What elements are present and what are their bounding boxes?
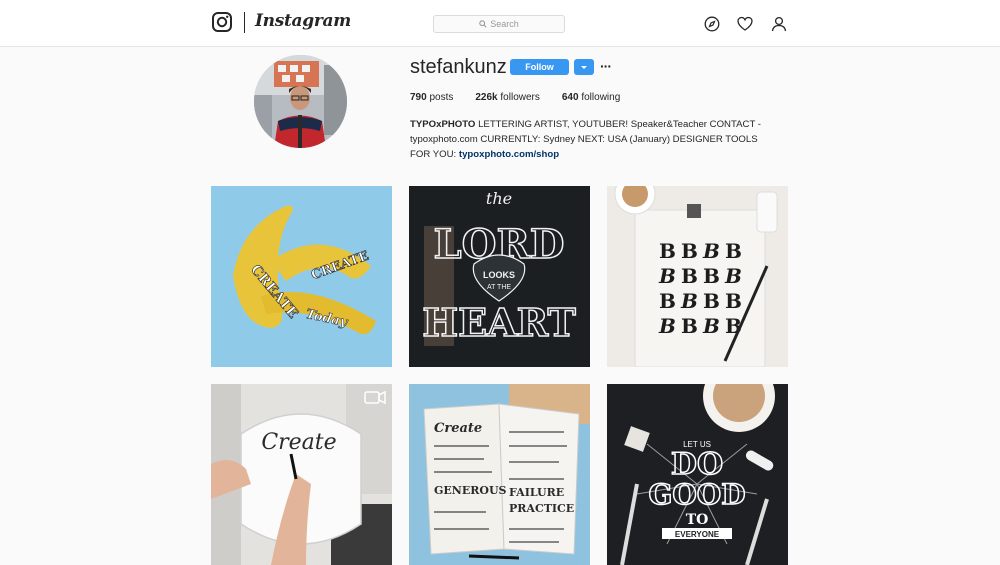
lettering-b: B (681, 314, 698, 338)
instagram-wordmark[interactable]: Instagram (255, 11, 351, 31)
chevron-down-icon (581, 65, 587, 69)
lettering-b: B (725, 239, 742, 263)
suggested-users-dropdown-button[interactable] (574, 59, 594, 75)
lettering-b: B (659, 239, 676, 263)
lettering-generous: GENEROUS (434, 484, 507, 497)
profile-icon[interactable] (771, 16, 787, 32)
lettering-b: B (658, 314, 676, 338)
lettering-b: B (659, 289, 676, 313)
bio-full-name: TYPOxPHOTO (410, 119, 476, 130)
lettering-b: B (724, 264, 742, 288)
post-tile[interactable]: LET US DO GOOD TO EVERYONE (607, 384, 788, 565)
lettering-b: B (703, 264, 720, 288)
profile-username: stefankunz (410, 56, 507, 78)
lettering-good: GOOD (649, 478, 746, 511)
post-tile[interactable]: the LORD LOOKS AT THE HEART (409, 186, 590, 367)
instagram-logo-icon[interactable] (212, 12, 232, 32)
profile-bio: TYPOxPHOTO LETTERING ARTIST, YOUTUBER! S… (410, 117, 775, 162)
search-input[interactable]: Search (433, 15, 565, 33)
avatar-photo (254, 55, 347, 148)
post-tile[interactable]: B B B B B B B B B B B B B B B B (607, 186, 788, 367)
followers-count: 226k (475, 92, 498, 103)
posts-count: 790 (410, 92, 427, 103)
post-image: B B B B B B B B B B B B B B B B (607, 186, 788, 367)
post-image: the LORD LOOKS AT THE HEART (409, 186, 590, 367)
post-image: LET US DO GOOD TO EVERYONE (607, 384, 788, 565)
posts-stat: 790 posts (410, 92, 453, 103)
lettering-everyone: EVERYONE (675, 530, 720, 539)
lettering-b: B (703, 289, 720, 313)
lettering-failure: FAILURE (509, 486, 564, 499)
followers-label: followers (500, 92, 540, 103)
explore-compass-icon[interactable] (704, 16, 720, 32)
lettering-at-the: AT THE (487, 284, 511, 291)
lettering-b: B (702, 239, 720, 263)
profile-stats: 790 posts 226k followers 640 following (410, 92, 642, 103)
following-label: following (581, 92, 621, 103)
following-count: 640 (561, 92, 579, 103)
top-navigation-bar: Instagram Search (0, 0, 1000, 47)
logo-divider (244, 12, 245, 33)
lettering-practice: PRACTICE (509, 502, 574, 515)
following-stat[interactable]: 640 following (562, 92, 620, 103)
lettering-heart: HEART (422, 300, 576, 345)
lettering-b: B (658, 264, 676, 288)
profile-avatar[interactable] (254, 55, 347, 148)
post-tile[interactable]: Create GENEROUS FAILURE PRACTICE (409, 384, 590, 565)
lettering-the: the (486, 189, 512, 208)
lettering-do: DO (671, 447, 723, 482)
lettering-b: B (680, 289, 698, 313)
search-icon (479, 20, 487, 28)
lettering-b: B (681, 264, 698, 288)
post-image: CREATE CREATE Today (211, 186, 392, 367)
lettering-create: Create (434, 421, 482, 436)
post-tile[interactable]: Create (211, 384, 392, 565)
search-placeholder: Search (490, 19, 519, 29)
post-tile[interactable]: CREATE CREATE Today (211, 186, 392, 367)
lettering-b: B (681, 239, 698, 263)
lettering-to: TO (686, 512, 709, 528)
bio-link[interactable]: typoxphoto.com/shop (459, 149, 559, 160)
lettering-create: Create (261, 430, 336, 455)
followers-stat[interactable]: 226k followers (475, 92, 540, 103)
post-image: Create GENEROUS FAILURE PRACTICE (409, 384, 590, 565)
follow-button[interactable]: Follow (510, 59, 569, 75)
heart-icon[interactable] (737, 16, 753, 32)
posts-label: posts (429, 92, 454, 103)
lettering-b: B (702, 314, 720, 338)
post-image: Create (211, 384, 392, 565)
lettering-looks: LOOKS (483, 270, 515, 280)
lettering-b: B (725, 289, 742, 313)
more-options-button[interactable]: ··· (600, 58, 612, 74)
